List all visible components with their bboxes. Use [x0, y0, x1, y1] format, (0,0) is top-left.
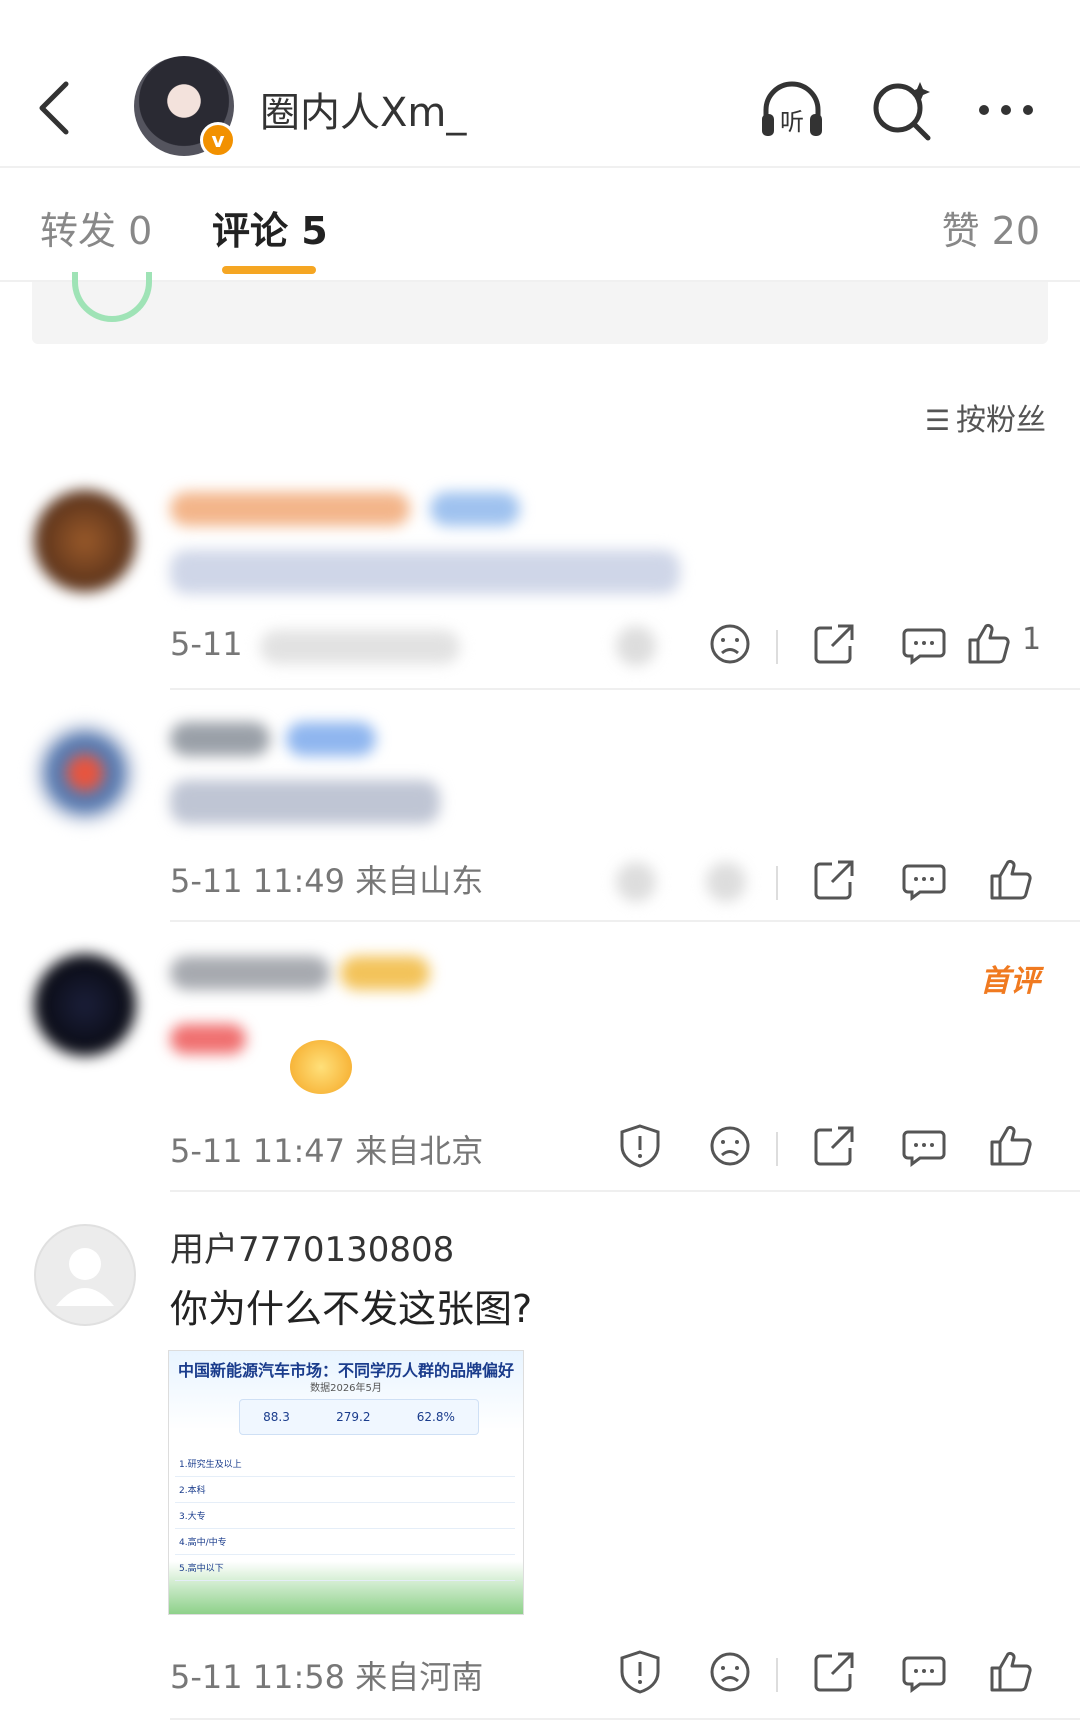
- image-table: 1.研究生及以上 2.本科 3.大专 4.高中/中专 5.高中以下: [175, 1451, 515, 1581]
- like-icon[interactable]: [986, 1648, 1034, 1696]
- comment-text-blurred: [170, 780, 440, 824]
- comment-text-blurred: [170, 550, 680, 594]
- fan-badge: [340, 956, 430, 990]
- share-icon[interactable]: [810, 1122, 858, 1170]
- verified-badge-icon: v: [200, 122, 236, 158]
- like-icon[interactable]: [964, 620, 1012, 668]
- divider: [170, 1190, 1080, 1192]
- tab-comments[interactable]: 评论 5: [212, 200, 328, 255]
- sort-icon: ☰: [924, 404, 950, 437]
- image-subtitle: 数据2026年5月: [310, 1383, 382, 1394]
- svg-text:听: 听: [780, 108, 804, 136]
- report-icon[interactable]: [616, 1648, 664, 1696]
- tab-likes[interactable]: 赞 20: [942, 200, 1040, 255]
- comment-time: 5-11: [170, 625, 243, 663]
- commenter-name-blurred[interactable]: [170, 956, 330, 990]
- first-review-badge: 首评: [980, 964, 1040, 999]
- separator: [776, 1658, 778, 1692]
- commenter-name[interactable]: 用户7770130808: [170, 1222, 454, 1271]
- avatar[interactable]: [34, 490, 136, 592]
- commenter-name-blurred[interactable]: [170, 492, 410, 526]
- report-icon[interactable]: [616, 626, 656, 666]
- dislike-icon[interactable]: [706, 1648, 754, 1696]
- comment-image[interactable]: 中国新能源汽车市场：不同学历人群的品牌偏好 数据2026年5月 88.3 279.…: [168, 1350, 524, 1615]
- divider: [170, 688, 1080, 690]
- image-title: 中国新能源汽车市场：不同学历人群的品牌偏好: [177, 1361, 514, 1380]
- comment-time: 5-11 11:49 来自山东: [170, 862, 484, 900]
- status-bar: [0, 0, 1080, 14]
- author-name[interactable]: 圈内人Xm_: [260, 80, 466, 138]
- fan-badge: [430, 492, 520, 526]
- search-icon[interactable]: [866, 74, 938, 146]
- image-stats: 88.3 279.2 62.8%: [239, 1399, 479, 1435]
- dislike-icon[interactable]: [706, 862, 746, 902]
- comment-actions: 1: [616, 620, 1046, 680]
- report-icon[interactable]: [616, 862, 656, 902]
- dislike-icon[interactable]: [706, 1122, 754, 1170]
- sort-toggle[interactable]: ☰ 按粉丝: [925, 395, 1046, 439]
- shield-icon: [72, 272, 152, 322]
- sort-label: 按粉丝: [956, 403, 1046, 438]
- comment-time: 5-11 11:47 来自北京: [170, 1132, 484, 1170]
- tab-bar: 转发 0 评论 5 赞 20: [0, 168, 1080, 280]
- top-bar: v 圈内人Xm_ 听: [0, 38, 1080, 168]
- author-avatar[interactable]: v: [134, 56, 236, 158]
- notice-banner[interactable]: [32, 272, 1048, 344]
- back-arrow-icon[interactable]: [30, 78, 80, 138]
- like-icon[interactable]: [986, 1122, 1034, 1170]
- comment-actions: [616, 1648, 1046, 1708]
- share-icon[interactable]: [810, 856, 858, 904]
- comment-actions: [616, 1122, 1046, 1182]
- separator: [776, 1132, 778, 1166]
- comment-time: 5-11 11:58 来自河南: [170, 1658, 484, 1696]
- report-icon[interactable]: [616, 1122, 664, 1170]
- gold-badge-icon: [290, 1040, 352, 1094]
- like-count: 1: [1022, 622, 1042, 657]
- default-user-icon: [56, 1248, 114, 1306]
- like-icon[interactable]: [986, 856, 1034, 904]
- reply-icon[interactable]: [900, 1122, 948, 1170]
- heart-emoji-blurred: [170, 1024, 246, 1054]
- avatar[interactable]: [34, 722, 136, 824]
- fan-badge: [286, 722, 376, 756]
- comment-location-blurred: [260, 630, 460, 664]
- separator: [776, 630, 778, 664]
- share-icon[interactable]: [810, 1648, 858, 1696]
- share-icon[interactable]: [810, 620, 858, 668]
- more-icon[interactable]: [970, 74, 1042, 146]
- reply-icon[interactable]: [900, 856, 948, 904]
- tab-reposts[interactable]: 转发 0: [40, 200, 152, 255]
- avatar[interactable]: [34, 954, 136, 1056]
- commenter-name-blurred[interactable]: [170, 722, 270, 756]
- divider: [170, 1718, 1080, 1720]
- reply-icon[interactable]: [900, 1648, 948, 1696]
- divider: [170, 920, 1080, 922]
- active-tab-indicator: [222, 266, 316, 274]
- comment-actions: [616, 856, 1046, 916]
- reply-icon[interactable]: [900, 620, 948, 668]
- separator: [776, 866, 778, 900]
- headphones-icon[interactable]: 听: [756, 74, 828, 146]
- avatar[interactable]: [34, 1224, 136, 1326]
- dislike-icon[interactable]: [706, 620, 754, 668]
- comment-text: 你为什么不发这张图?: [170, 1287, 533, 1331]
